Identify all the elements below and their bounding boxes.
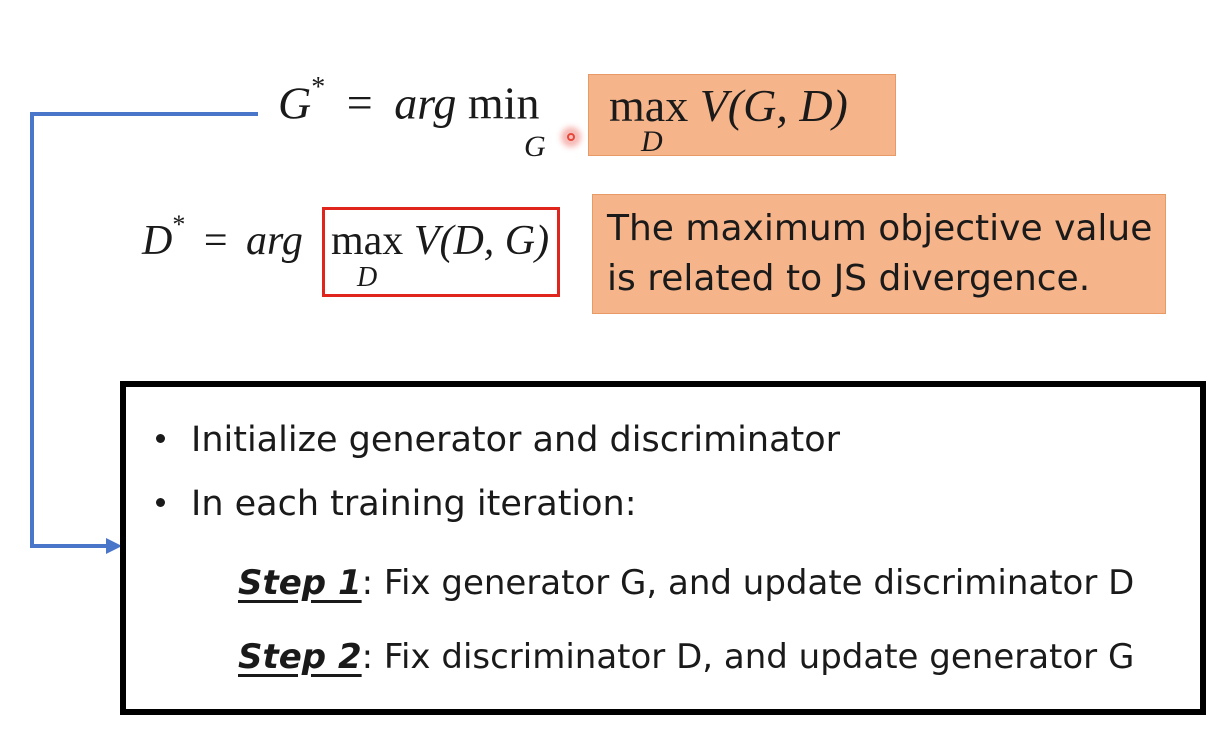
generator-equation: G* = arg min: [278, 74, 540, 129]
step-1-label: Step 1: [238, 563, 362, 603]
connector-bottom: [30, 544, 110, 548]
equals-sign: =: [203, 218, 228, 264]
list-item: In each training iteration:: [156, 483, 637, 525]
value-function: V(D, G): [413, 218, 550, 264]
g-star-superscript: *: [311, 72, 326, 103]
arg-word: arg: [394, 77, 457, 129]
equals-sign: =: [346, 77, 373, 129]
discriminator-equation: D* = arg: [142, 212, 303, 264]
step-2: Step 2: Fix discriminator D, and update …: [238, 637, 1134, 678]
arg-word: arg: [246, 218, 303, 264]
max-subscript: D: [357, 262, 378, 293]
js-divergence-note: The maximum objective value is related t…: [592, 194, 1166, 314]
step-1: Step 1: Fix generator G, and update disc…: [238, 563, 1134, 604]
max-term-highlight: max V(G, D) D: [588, 74, 896, 158]
g-star-symbol: G: [278, 77, 312, 129]
min-operator: min: [467, 77, 540, 129]
laser-pointer-icon: [564, 130, 578, 144]
note-line-2: is related to JS divergence.: [607, 258, 1091, 299]
step-2-text: : Fix discriminator D, and update genera…: [361, 637, 1135, 677]
value-function: V(G, D): [699, 80, 848, 131]
d-star-symbol: D: [142, 218, 173, 264]
list-item: Initialize generator and discriminator: [156, 419, 840, 461]
max-subscript: D: [641, 125, 663, 158]
connector-vertical: [30, 112, 34, 548]
max-operator: max: [331, 218, 404, 264]
training-algorithm-box: Initialize generator and discriminator I…: [120, 381, 1206, 715]
bullet-icon: [156, 433, 165, 443]
step-1-text: : Fix generator G, and update discrimina…: [361, 563, 1135, 603]
min-subscript: G: [524, 130, 546, 163]
max-d-term-box: max V(D, G) D: [322, 207, 560, 297]
step-2-label: Step 2: [238, 637, 362, 677]
bullet-icon: [156, 497, 165, 507]
connector-top: [30, 112, 258, 116]
note-line-1: The maximum objective value: [607, 208, 1153, 249]
d-star-superscript: *: [172, 210, 186, 239]
max-operator: max: [609, 80, 689, 131]
